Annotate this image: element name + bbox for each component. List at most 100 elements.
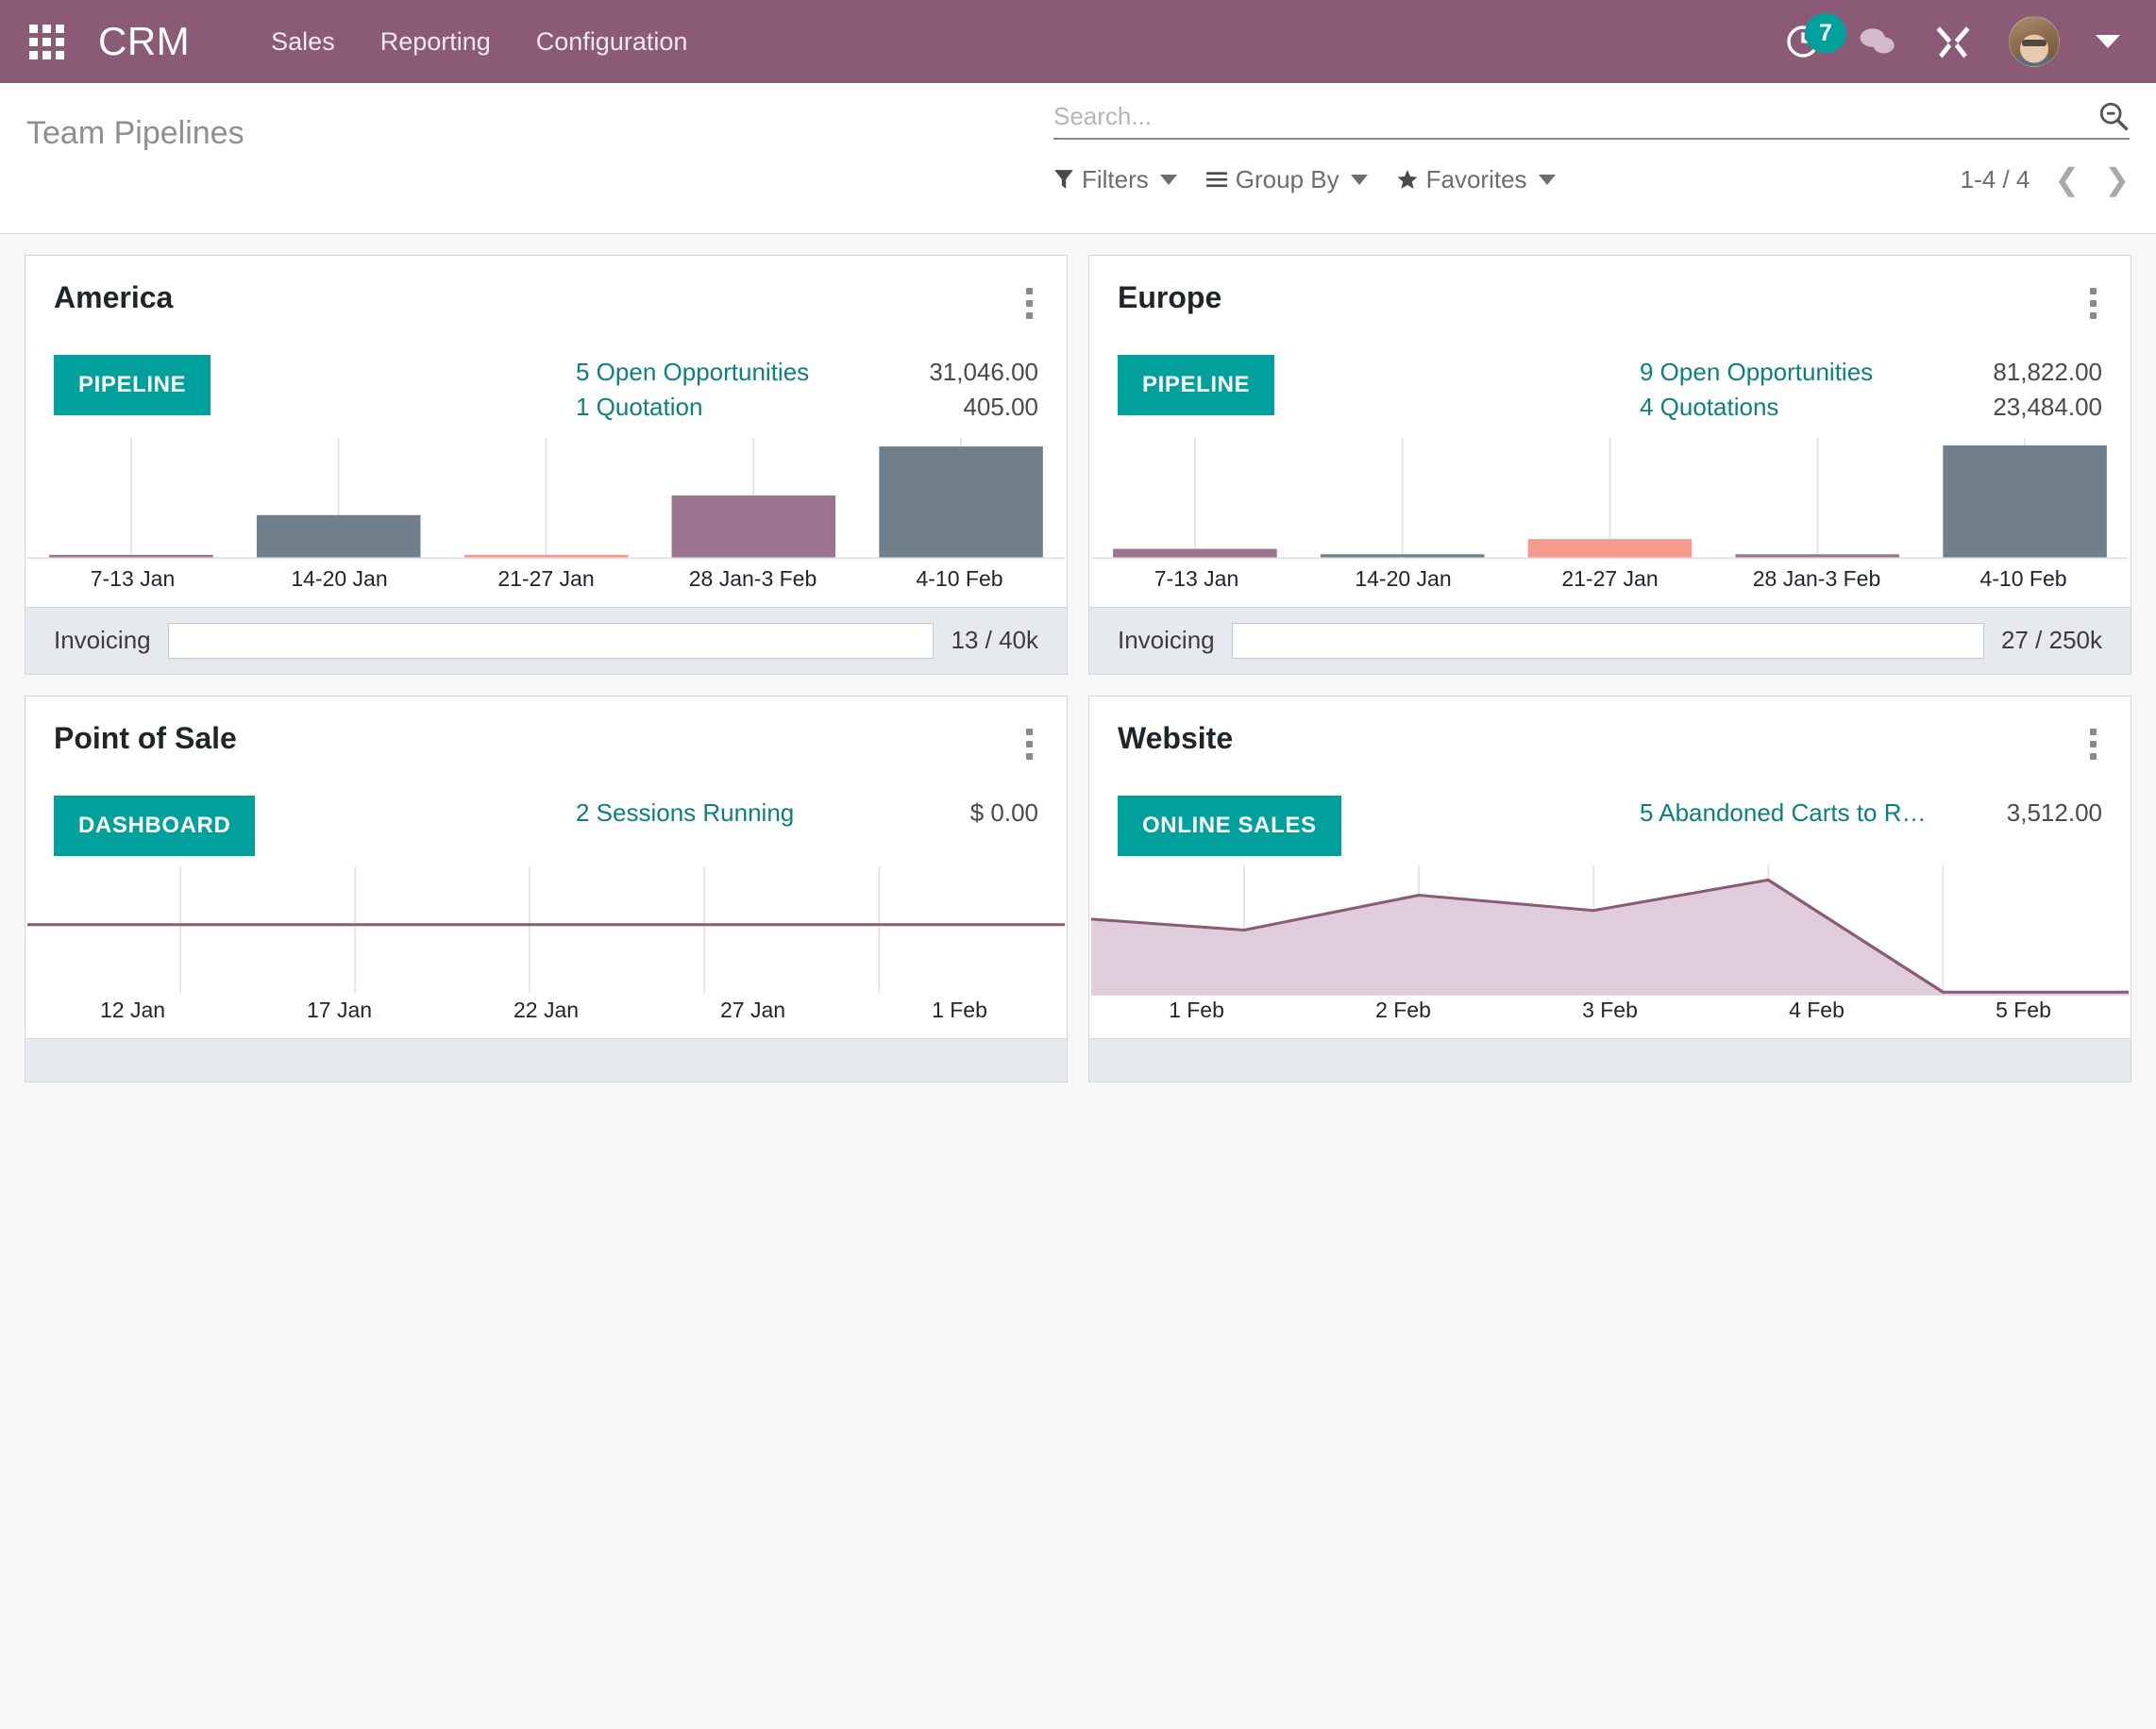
stat-row: 5 Abandoned Carts to R… 3,512.00 <box>1640 796 2102 831</box>
team-card-america[interactable]: America PIPELINE 5 Open Opportunities 31… <box>25 255 1068 675</box>
stat-row: 9 Open Opportunities 81,822.00 <box>1640 355 2102 390</box>
team-card-website[interactable]: Website ONLINE SALES 5 Abandoned Carts t… <box>1088 695 2131 1083</box>
filters-label: Filters <box>1082 164 1149 193</box>
team-cards-grid: America PIPELINE 5 Open Opportunities 31… <box>25 255 2131 1083</box>
messages-menu-button[interactable] <box>1858 25 1897 59</box>
card-title: Website <box>1118 720 1234 755</box>
pager-range: 1-4 / 4 <box>1960 164 2030 193</box>
group-by-label: Group By <box>1235 164 1339 193</box>
pipeline-button[interactable]: PIPELINE <box>1118 355 1275 415</box>
team-card-point-of-sale[interactable]: Point of Sale DASHBOARD 2 Sessions Runni… <box>25 695 1068 1083</box>
card-footer-invoicing: Invoicing 13 / 40k <box>25 606 1067 674</box>
open-opportunities-value: 31,046.00 <box>929 358 1038 386</box>
control-panel: Team Pipelines Filters <box>0 83 2156 234</box>
open-opportunities-value: 81,822.00 <box>1993 358 2102 386</box>
filters-dropdown[interactable]: Filters <box>1053 165 1177 194</box>
online-sales-area-chart-website[interactable]: 1 Feb 2 Feb 3 Feb 4 Feb 5 Feb <box>1089 856 2131 1038</box>
navbar-actions: 7 <box>1784 13 2130 67</box>
app-brand-title[interactable]: CRM <box>98 19 190 64</box>
kebab-menu-icon[interactable] <box>1020 280 1038 327</box>
card-stats-row: PIPELINE 5 Open Opportunities 31,046.00 … <box>54 355 1038 425</box>
chevron-down-icon[interactable] <box>2096 35 2120 48</box>
x-tick: 27 Jan <box>719 997 786 1022</box>
favorites-dropdown[interactable]: Favorites <box>1396 165 1556 194</box>
bar-chart-svg <box>1091 437 2129 560</box>
quotations-value: 405.00 <box>963 392 1038 421</box>
favorites-label: Favorites <box>1425 164 1527 193</box>
menu-item-configuration[interactable]: Configuration <box>514 18 711 66</box>
filter-row: Filters Group By Favorites 1-4 / 4 ❮ ❯ <box>1053 164 2130 194</box>
stat-row: 5 Open Opportunities 31,046.00 <box>576 355 1038 390</box>
menu-item-reporting[interactable]: Reporting <box>358 18 514 66</box>
apps-menu-button[interactable] <box>21 16 72 67</box>
card-footer <box>1089 1037 2131 1082</box>
avatar[interactable] <box>2009 16 2060 67</box>
funnel-icon <box>1054 170 1073 189</box>
list-lines-icon <box>1205 172 1227 188</box>
x-tick: 7-13 Jan <box>90 565 176 591</box>
quotations-link[interactable]: 4 Quotations <box>1640 390 1778 425</box>
pipeline-bar-chart-europe[interactable]: 7-13 Jan 14-20 Jan 21-27 Jan 28 Jan-3 Fe… <box>1089 425 2131 607</box>
invoicing-label: Invoicing <box>54 626 151 655</box>
x-tick: 1 Feb <box>1169 997 1224 1022</box>
kebab-menu-icon[interactable] <box>1020 721 1038 767</box>
invoicing-progress-bar[interactable] <box>167 622 935 659</box>
team-card-europe[interactable]: Europe PIPELINE 9 Open Opportunities 81,… <box>1088 255 2131 675</box>
pager-previous-button[interactable]: ❮ <box>2054 164 2080 194</box>
x-tick: 28 Jan-3 Feb <box>1752 565 1881 591</box>
x-tick: 5 Feb <box>1996 997 2051 1022</box>
x-tick: 4-10 Feb <box>916 565 1003 591</box>
x-tick: 28 Jan-3 Feb <box>688 565 817 591</box>
pipeline-bar-chart-america[interactable]: 7-13 Jan 14-20 Jan 21-27 Jan 28 Jan-3 Fe… <box>25 425 1067 607</box>
gridlines <box>179 866 881 994</box>
x-tick: 14-20 Jan <box>291 565 388 591</box>
pipeline-button[interactable]: PIPELINE <box>54 355 211 415</box>
open-opportunities-link[interactable]: 9 Open Opportunities <box>1640 355 1873 390</box>
search-icon[interactable] <box>2097 100 2130 132</box>
dashboard-button[interactable]: DASHBOARD <box>54 795 256 856</box>
search-input[interactable] <box>1053 101 2097 131</box>
x-tick: 21-27 Jan <box>1561 565 1659 591</box>
chevron-down-icon <box>1350 174 1368 185</box>
card-header: Europe <box>1118 280 2102 327</box>
quotations-value: 23,484.00 <box>1993 392 2102 421</box>
kebab-menu-icon[interactable] <box>2084 280 2102 327</box>
line-chart-svg <box>27 866 1065 994</box>
quotations-link[interactable]: 1 Quotation <box>576 390 702 425</box>
card-stats-row: PIPELINE 9 Open Opportunities 81,822.00 … <box>1118 355 2102 425</box>
pager-next-button[interactable]: ❯ <box>2104 164 2130 194</box>
sessions-running-link[interactable]: 2 Sessions Running <box>576 796 794 831</box>
kebab-menu-icon[interactable] <box>2084 721 2102 767</box>
menu-item-sales[interactable]: Sales <box>248 18 358 66</box>
card-stats: 5 Abandoned Carts to R… 3,512.00 <box>1640 796 2102 831</box>
star-icon <box>1397 170 1418 189</box>
card-stats-row: ONLINE SALES 5 Abandoned Carts to R… 3,5… <box>1118 795 2102 856</box>
top-navbar: CRM Sales Reporting Configuration 7 <box>0 0 2156 83</box>
chevron-down-icon <box>1159 174 1177 185</box>
open-opportunities-link[interactable]: 5 Open Opportunities <box>576 355 809 390</box>
x-tick: 3 Feb <box>1582 997 1638 1022</box>
stat-row: 4 Quotations 23,484.00 <box>1640 390 2102 425</box>
abandoned-carts-link[interactable]: 5 Abandoned Carts to R… <box>1640 796 1927 831</box>
sales-line-chart-point-of-sale[interactable]: 12 Jan 17 Jan 22 Jan 27 Jan 1 Feb <box>25 856 1067 1038</box>
bar-chart-svg <box>27 437 1065 560</box>
x-tick: 17 Jan <box>306 997 373 1022</box>
wrench-screwdriver-icon <box>1936 26 1970 59</box>
card-stats: 9 Open Opportunities 81,822.00 4 Quotati… <box>1640 355 2102 425</box>
card-header: Point of Sale <box>54 721 1038 767</box>
online-sales-button[interactable]: ONLINE SALES <box>1118 795 1341 856</box>
card-footer <box>25 1037 1067 1082</box>
invoicing-progress-bar[interactable] <box>1231 622 1985 659</box>
area-chart-svg <box>1091 864 2129 996</box>
chevron-down-icon <box>1538 174 1556 185</box>
x-tick: 14-20 Jan <box>1355 565 1452 591</box>
invoicing-label: Invoicing <box>1118 626 1215 655</box>
activities-menu-button[interactable]: 7 <box>1784 13 1846 60</box>
settings-menu-button[interactable] <box>1933 22 1973 61</box>
sessions-total-value: $ 0.00 <box>969 797 1038 827</box>
group-by-dropdown[interactable]: Group By <box>1205 165 1368 194</box>
card-stats: 5 Open Opportunities 31,046.00 1 Quotati… <box>576 355 1038 425</box>
x-tick: 4 Feb <box>1789 997 1844 1022</box>
x-tick: 1 Feb <box>932 997 987 1022</box>
x-tick: 22 Jan <box>513 997 580 1022</box>
